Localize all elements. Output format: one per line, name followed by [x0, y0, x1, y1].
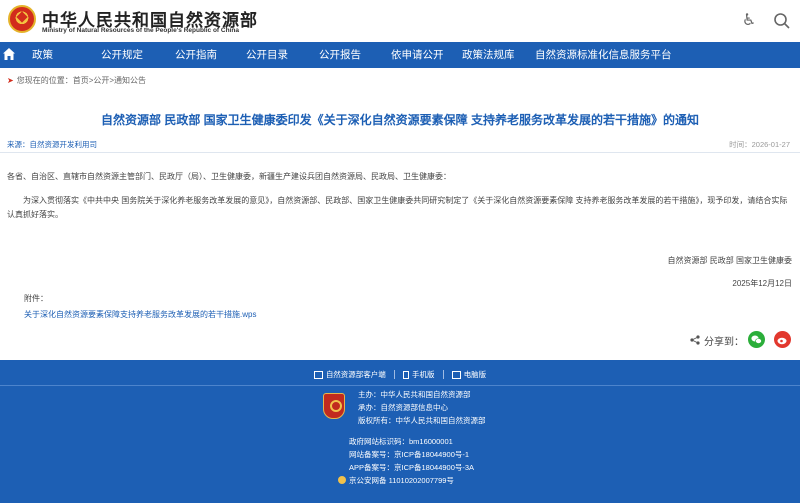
- main-nav: 政策 公开规定 公开指南 公开目录 公开报告 依申请公开 政策法规库 自然资源标…: [0, 42, 800, 68]
- nav-item-apply[interactable]: 依申请公开: [391, 42, 444, 68]
- footer-links: 自然资源部客户端 手机版 电脑版: [0, 369, 800, 380]
- article-source: 来源：自然资源开发利用司: [7, 140, 97, 149]
- share-label: 分享到：: [704, 337, 744, 348]
- article-title: 自然资源部 民政部 国家卫生健康委印发《关于深化自然资源要素保障 支持养老服务改…: [100, 113, 699, 127]
- nav-item-catalog[interactable]: 公开目录: [246, 42, 288, 68]
- footer-site-code: 政府网站标识码：bm16000001: [349, 437, 453, 446]
- location-pin-icon: ➤: [7, 76, 14, 85]
- mobile-icon: [403, 370, 409, 379]
- breadcrumb-path[interactable]: 首页>公开>通知公告: [73, 76, 146, 85]
- site-header: 中华人民共和国自然资源部 Ministry of Natural Resourc…: [0, 0, 800, 42]
- weibo-icon[interactable]: [774, 331, 791, 348]
- national-emblem-icon[interactable]: [8, 5, 36, 33]
- footer-copyright: 版权所有：中华人民共和国自然资源部: [358, 416, 486, 425]
- footer-link-client[interactable]: 自然资源部客户端: [326, 369, 386, 380]
- breadcrumb-prefix: 您现在的位置：: [16, 76, 73, 85]
- nav-item-policy[interactable]: 政策: [32, 42, 53, 68]
- article-body: 为深入贯彻落实《中共中央 国务院关于深化养老服务改革发展的意见》，自然资源部、民…: [7, 196, 788, 219]
- footer-app-icp[interactable]: APP备案号：京ICP备18044900号-3A: [349, 462, 474, 473]
- search-icon[interactable]: [773, 12, 791, 30]
- client-icon: [313, 370, 323, 379]
- footer-divider: [0, 385, 800, 386]
- divider: [0, 152, 800, 153]
- article-recipients: 各省、自治区、直辖市自然资源主管部门、民政厅（局）、卫生健康委，新疆生产建设兵团…: [7, 172, 451, 181]
- article-time: 时间：2026-01-27: [729, 140, 790, 149]
- footer-sponsor: 主办：中华人民共和国自然资源部: [358, 390, 471, 399]
- article-date: 2025年12月12日: [732, 279, 792, 288]
- home-icon[interactable]: [2, 47, 16, 61]
- attachment-label: 附件：: [24, 294, 48, 303]
- party-emblem-icon[interactable]: [323, 393, 345, 419]
- nav-item-standards-platform[interactable]: 自然资源标准化信息服务平台: [535, 42, 672, 68]
- nav-item-rules[interactable]: 公开规定: [101, 42, 143, 68]
- article-signature: 自然资源部 民政部 国家卫生健康委: [667, 256, 792, 265]
- attachment-link[interactable]: 关于深化自然资源要素保障支持养老服务改革发展的若干措施.wps: [24, 309, 256, 320]
- breadcrumb: ➤ 您现在的位置：首页>公开>通知公告: [7, 75, 146, 86]
- footer-icp[interactable]: 网站备案号：京ICP备18044900号-1: [349, 449, 469, 460]
- nav-item-guide[interactable]: 公开指南: [175, 42, 217, 68]
- footer-link-desktop[interactable]: 电脑版: [464, 369, 487, 380]
- desktop-icon: [451, 370, 461, 379]
- nav-item-law-library[interactable]: 政策法规库: [462, 42, 515, 68]
- police-badge-icon: [338, 476, 346, 484]
- site-name-en: Ministry of Natural Resources of the Peo…: [42, 27, 239, 34]
- share-icon: [690, 335, 700, 345]
- wechat-icon[interactable]: [748, 331, 765, 348]
- footer-link-mobile[interactable]: 手机版: [412, 369, 435, 380]
- nav-item-report[interactable]: 公开报告: [319, 42, 361, 68]
- footer-police[interactable]: 京公安网备 11010202007799号: [349, 475, 454, 486]
- accessibility-icon[interactable]: ♿: [740, 12, 758, 30]
- footer-organizer: 承办：自然资源部信息中心: [358, 403, 448, 412]
